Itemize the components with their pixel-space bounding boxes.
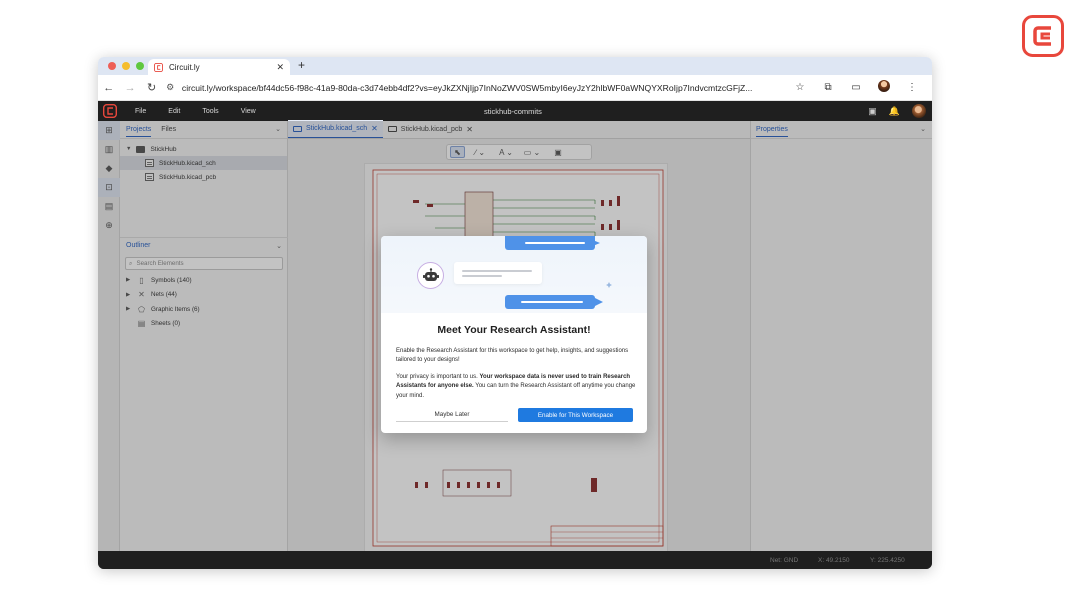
- bubble-tail-icon: [593, 297, 603, 307]
- menu-view[interactable]: View: [241, 108, 256, 115]
- privacy-text-a: Your privacy is important to us.: [396, 374, 480, 380]
- browser-toolbar: ☆ ⧉ ▭ ⋮: [786, 80, 926, 95]
- back-icon[interactable]: ←: [98, 82, 119, 94]
- bookmark-star-icon[interactable]: ☆: [786, 82, 814, 93]
- assistant-chat-icon[interactable]: ▣: [868, 106, 877, 117]
- user-avatar[interactable]: [912, 104, 926, 118]
- browser-tab[interactable]: Circuit.ly ✕: [148, 59, 290, 75]
- status-x: X: 49.2150: [818, 557, 850, 564]
- notification-bell-icon[interactable]: 🔔: [889, 106, 900, 117]
- site-settings-icon[interactable]: ⚙: [162, 82, 178, 93]
- cast-icon[interactable]: ▭: [842, 82, 870, 93]
- browser-tab-strip: Circuit.ly ✕ +: [98, 57, 932, 75]
- project-name: stickhub-commits: [484, 107, 542, 116]
- chat-bubble-bottom: [505, 295, 595, 309]
- window-controls: [108, 62, 144, 70]
- browser-tab-title: Circuit.ly: [169, 62, 200, 72]
- address-bar-row: ← → ↻ ⚙ circuit.ly/workspace/bf44dc56-f9…: [98, 75, 932, 101]
- maximize-window-button[interactable]: [136, 62, 144, 70]
- modal-hero-illustration: [381, 236, 647, 313]
- enable-assistant-button[interactable]: Enable for This Workspace: [518, 408, 633, 422]
- modal-privacy-text: Your privacy is important to us. Your wo…: [396, 373, 636, 401]
- new-tab-button[interactable]: +: [298, 58, 305, 72]
- reload-icon[interactable]: ↻: [141, 81, 162, 94]
- status-y: Y: 225.4250: [870, 557, 905, 564]
- maybe-later-button[interactable]: Maybe Later: [396, 408, 508, 422]
- menu-tools[interactable]: Tools: [202, 108, 218, 115]
- close-tab-icon[interactable]: ✕: [276, 62, 284, 73]
- profile-avatar[interactable]: [870, 80, 898, 95]
- circuitly-app-logo[interactable]: [103, 104, 117, 118]
- chat-bubble-top: [505, 236, 595, 250]
- modal-intro-text: Enable the Research Assistant for this w…: [396, 348, 629, 364]
- circuitly-favicon-icon: [154, 62, 163, 72]
- browser-menu-icon[interactable]: ⋮: [898, 82, 926, 93]
- status-net: Net: GND: [770, 557, 799, 564]
- research-assistant-modal: Meet Your Research Assistant! Enable the…: [381, 236, 647, 433]
- modal-title: Meet Your Research Assistant!: [437, 324, 591, 336]
- menu-file[interactable]: File: [135, 108, 146, 115]
- chat-bubble-reply: [454, 262, 542, 284]
- circuitly-corner-logo: [1022, 15, 1064, 57]
- status-bar: Net: GND X: 49.2150 Y: 225.4250: [98, 551, 932, 569]
- minimize-window-button[interactable]: [122, 62, 130, 70]
- close-window-button[interactable]: [108, 62, 116, 70]
- robot-icon: [417, 262, 444, 289]
- sparkle-icon: [606, 282, 612, 288]
- forward-icon[interactable]: →: [119, 82, 140, 94]
- bubble-tail-icon: [588, 238, 600, 248]
- url-field[interactable]: circuit.ly/workspace/bf44dc56-f98c-41a9-…: [182, 83, 786, 93]
- app-menubar: File Edit Tools View stickhub-commits ▣ …: [98, 101, 932, 121]
- extensions-icon[interactable]: ⧉: [814, 82, 842, 93]
- menubar-actions: ▣ 🔔: [868, 104, 926, 118]
- menu-edit[interactable]: Edit: [168, 108, 180, 115]
